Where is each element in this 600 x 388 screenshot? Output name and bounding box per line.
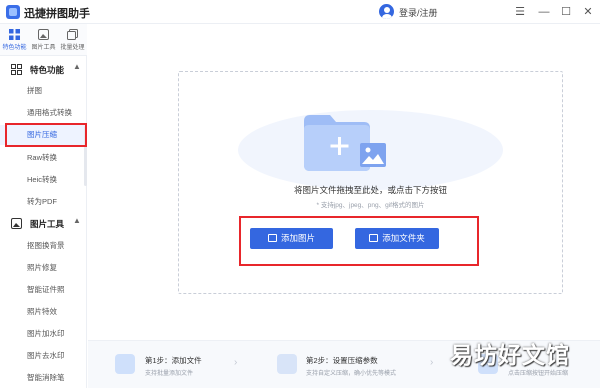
image-tool-icon: [11, 218, 22, 229]
chevron-right-icon: ›: [234, 357, 238, 368]
annotation-box-buttons: [239, 216, 479, 266]
sidebar-item-raw-convert[interactable]: Raw转换: [0, 148, 87, 168]
minimize-button[interactable]: —: [534, 2, 554, 22]
chevron-up-icon: ▲: [73, 216, 81, 225]
folder-icon: [304, 115, 386, 171]
rail-item-image-tools[interactable]: 图片工具: [29, 27, 58, 55]
watermark: 易坊好文馆: [450, 342, 570, 368]
batch-icon: [67, 29, 78, 40]
close-button[interactable]: ✕: [578, 2, 598, 22]
user-avatar-icon[interactable]: [379, 4, 394, 19]
sidebar-item-add-watermark[interactable]: 图片加水印: [0, 324, 87, 344]
step-1-title: 第1步：添加文件: [145, 356, 202, 365]
chevron-right-icon: ›: [430, 357, 434, 368]
rail-item-batch[interactable]: 批量处理: [58, 27, 87, 55]
section-label: 特色功能: [30, 65, 65, 75]
app-logo-icon: [6, 5, 20, 19]
sidebar-section-image-tools[interactable]: 图片工具 ▲: [0, 214, 87, 234]
rail-item-featured[interactable]: 特色功能: [0, 27, 29, 55]
sidebar-item-cutout[interactable]: 抠图换背景: [0, 236, 87, 256]
image-tool-icon: [38, 29, 49, 40]
section-label: 图片工具: [30, 219, 65, 229]
grid-icon: [11, 64, 22, 75]
app-title: 迅捷拼图助手: [24, 8, 90, 20]
step-2-desc: 支持自定义压缩，确小优先等模式: [306, 371, 397, 377]
supported-formats: * 支持jpg、jpeg、png、gif格式的图片: [316, 202, 425, 209]
category-rail: 特色功能 图片工具 批量处理: [0, 24, 87, 56]
annotation-box-compress: [5, 123, 87, 147]
title-bar: 迅捷拼图助手 登录/注册 ☰ — ☐ ✕: [0, 0, 600, 24]
maximize-button[interactable]: ☐: [556, 2, 576, 22]
drop-instruction: 将图片文件拖拽至此处，或点击下方按钮: [293, 185, 447, 195]
sidebar-item-to-pdf[interactable]: 转为PDF: [0, 192, 87, 212]
menu-icon[interactable]: ☰: [510, 2, 530, 22]
sidebar-item-eraser[interactable]: 智能消除笔: [0, 368, 87, 388]
settings-step-icon: [277, 354, 297, 374]
sidebar-item-format-convert[interactable]: 通用格式转换: [0, 103, 87, 123]
sidebar-item-remove-watermark[interactable]: 图片去水印: [0, 346, 87, 366]
rail-label: 图片工具: [31, 45, 56, 51]
sidebar-item-id-photo[interactable]: 智能证件照: [0, 280, 87, 300]
grid-icon: [9, 29, 20, 40]
step-2-title: 第2步：设置压缩参数: [306, 356, 378, 365]
sidebar-item-heic-convert[interactable]: Heic转换: [0, 170, 87, 190]
sidebar-section-featured[interactable]: 特色功能 ▲: [0, 60, 87, 80]
step-1-desc: 支持批量添加文件: [145, 371, 194, 377]
login-link[interactable]: 登录/注册: [399, 6, 438, 19]
chevron-up-icon: ▲: [73, 62, 81, 71]
rail-label: 特色功能: [2, 45, 27, 51]
rail-label: 批量处理: [60, 45, 85, 51]
sidebar: 特色功能 ▲ 拼图 通用格式转换 图片压缩 Raw转换 Heic转换 转为PDF…: [0, 56, 87, 388]
add-file-step-icon: [115, 354, 135, 374]
sidebar-item-photo-effects[interactable]: 照片特效: [0, 302, 87, 322]
sidebar-item-collage[interactable]: 拼图: [0, 81, 87, 101]
sidebar-item-photo-repair[interactable]: 照片修复: [0, 258, 87, 278]
